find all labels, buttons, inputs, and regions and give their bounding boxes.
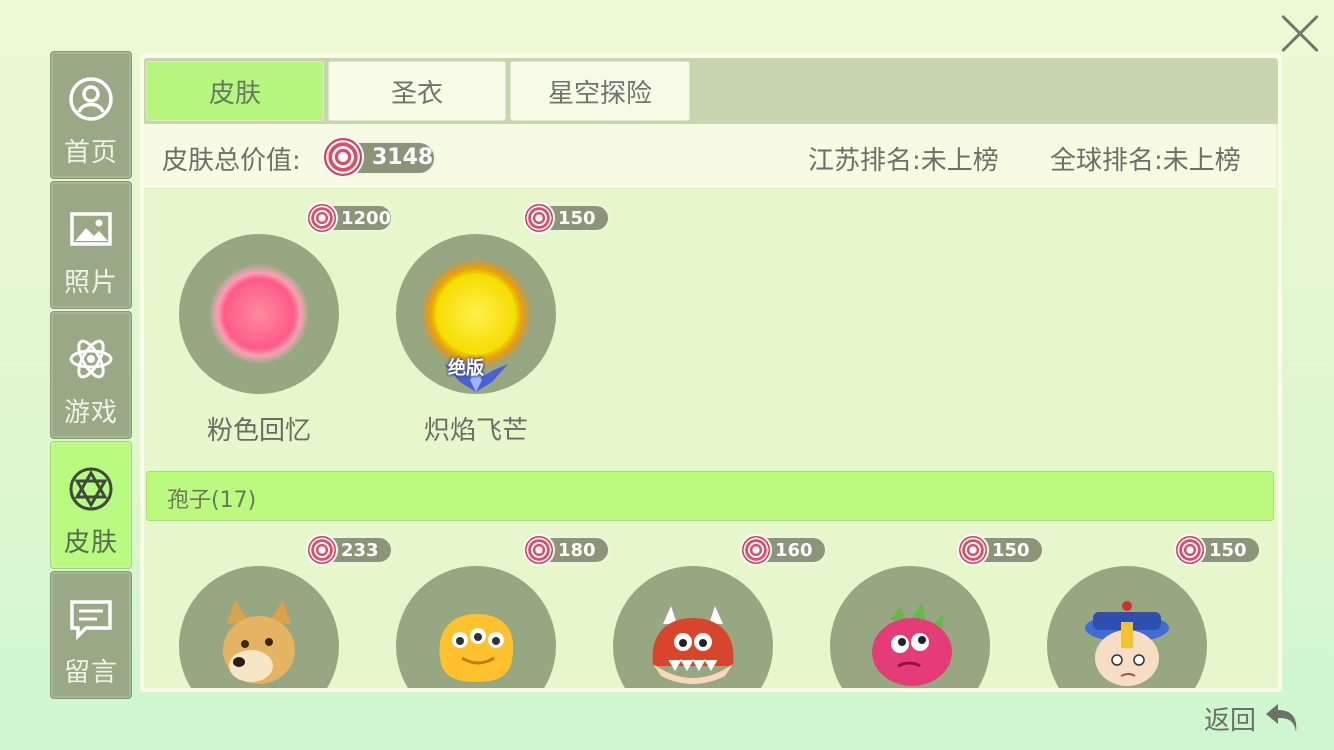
skin-item-pink-memory[interactable]: 1200 粉色回忆: [179, 202, 393, 446]
candy-coin-icon: [957, 534, 989, 566]
price-badge: 150: [1174, 534, 1261, 566]
price-badge: 160: [740, 534, 827, 566]
sidebar-item-skins[interactable]: 皮肤: [50, 441, 132, 569]
province-rank: 江苏排名:未上榜: [808, 146, 999, 176]
candy-coin-icon: [523, 534, 555, 566]
close-icon[interactable]: [1278, 12, 1322, 56]
skin-icon: [68, 466, 114, 512]
total-value: 3148: [372, 145, 434, 170]
section-title: 孢子(17): [167, 488, 257, 513]
total-value-label: 皮肤总价值:: [162, 146, 301, 176]
sidebar-item-label: 留言: [63, 658, 118, 688]
qing-official-icon: [1085, 601, 1169, 686]
yellow-blob-icon: [439, 614, 514, 682]
spore-item-qing-official[interactable]: 150: [1047, 534, 1261, 688]
skin-circle: [179, 566, 339, 688]
spore-item-dragonfruit[interactable]: 150: [830, 534, 1044, 688]
sidebar-item-messages[interactable]: 留言: [50, 571, 132, 699]
skin-circle: [613, 566, 773, 688]
sidebar-item-games[interactable]: 游戏: [50, 311, 132, 439]
tab-bar: 皮肤 圣衣 星空探险: [144, 58, 1278, 124]
skin-content: 皮肤总价值: 3148 江苏排名:未上榜 全球排名:未上榜 1200 粉色回忆: [144, 124, 1278, 688]
sidebar-item-label: 首页: [63, 138, 118, 168]
atom-icon: [68, 336, 114, 382]
spore-item-doge[interactable]: 233: [179, 534, 393, 688]
sidebar-item-label: 照片: [63, 268, 118, 298]
tab-star-explore[interactable]: 星空探险: [510, 61, 690, 121]
skin-circle: [830, 566, 990, 688]
skin-name: 炽焰飞芒: [423, 416, 528, 446]
user-icon: [68, 76, 114, 122]
tab-cloth[interactable]: 圣衣: [328, 61, 506, 121]
section-header-spores[interactable]: 孢子(17): [146, 471, 1274, 521]
candy-coin-icon: [322, 136, 364, 178]
candy-coin-icon: [523, 202, 555, 234]
message-icon: [68, 596, 114, 642]
sidebar-item-home[interactable]: 首页: [50, 51, 132, 179]
candy-coin-icon: [306, 202, 338, 234]
skin-name: 粉色回忆: [206, 416, 311, 446]
price-badge: 180: [523, 534, 610, 566]
back-arrow-icon: [1266, 704, 1297, 732]
sidebar-item-label: 皮肤: [63, 528, 118, 558]
sidebar-item-label: 游戏: [63, 398, 118, 428]
image-icon: [68, 206, 114, 252]
sidebar-item-photos[interactable]: 照片: [50, 181, 132, 309]
spore-item-yellow-blob[interactable]: 180: [396, 534, 610, 688]
back-button[interactable]: 返回: [1204, 698, 1304, 738]
skin-circle: [396, 566, 556, 688]
price-badge: 150: [957, 534, 1044, 566]
tab-skins[interactable]: 皮肤: [146, 61, 324, 121]
spore-item-red-monster[interactable]: 160: [613, 534, 827, 688]
dragonfruit-icon: [872, 602, 952, 686]
doge-face-icon: [223, 600, 295, 684]
price-badge: 233: [306, 534, 393, 566]
price-badge: 150: [523, 202, 610, 234]
red-monster-icon: [652, 606, 734, 684]
global-rank: 全球排名:未上榜: [1050, 146, 1241, 176]
skin-circle: [1047, 566, 1207, 688]
candy-coin-icon: [740, 534, 772, 566]
total-value-badge: 3148: [322, 136, 436, 178]
candy-coin-icon: [1174, 534, 1206, 566]
skin-item-blazing[interactable]: 绝版 150 炽焰飞芒: [396, 202, 610, 446]
price-badge: 1200: [306, 202, 393, 234]
back-label: 返回: [1204, 706, 1257, 736]
limited-badge-text: 绝版: [448, 358, 484, 379]
skin-circle: [179, 234, 339, 394]
pink-orb-icon: [209, 264, 309, 364]
summary-bar: 皮肤总价值: 3148 江苏排名:未上榜 全球排名:未上榜: [144, 124, 1276, 189]
candy-coin-icon: [306, 534, 338, 566]
